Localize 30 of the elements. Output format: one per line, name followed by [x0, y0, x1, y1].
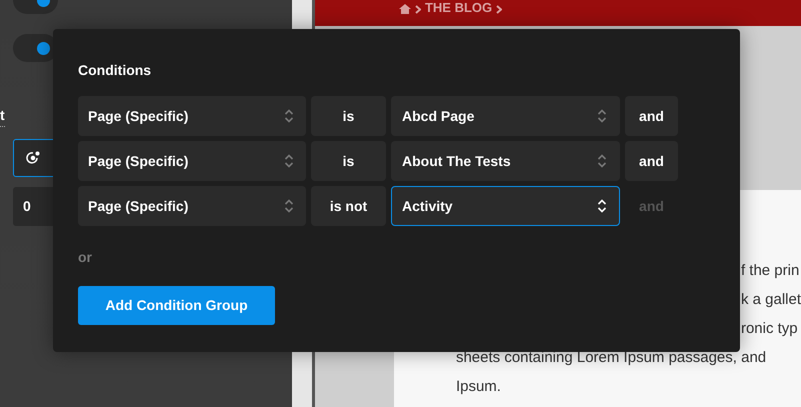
- field-select[interactable]: Page (Specific): [78, 141, 306, 181]
- value-select[interactable]: About The Tests: [391, 141, 620, 181]
- body-text: ronic typ: [740, 319, 799, 339]
- body-text: k a gallet: [740, 290, 801, 310]
- or-label: or: [78, 248, 93, 267]
- operator-select[interactable]: is: [311, 96, 386, 136]
- home-icon: [398, 4, 411, 14]
- dialog-title: Conditions: [78, 61, 152, 80]
- operator-select[interactable]: is not: [311, 186, 386, 226]
- chevron-right-icon: [496, 5, 502, 14]
- value-select[interactable]: Abcd Page: [391, 96, 620, 136]
- and-button[interactable]: and: [625, 141, 678, 181]
- target-icon: [26, 151, 40, 165]
- up-down-chevron-icon: [597, 154, 607, 168]
- up-down-chevron-icon: [284, 109, 294, 123]
- up-down-chevron-icon: [597, 109, 607, 123]
- up-down-chevron-icon: [597, 199, 607, 213]
- breadcrumb-link[interactable]: THE BLOG: [424, 1, 492, 14]
- body-text: Ipsum.: [456, 377, 502, 397]
- chevron-right-icon: [414, 5, 421, 14]
- and-button[interactable]: and: [625, 96, 678, 136]
- up-down-chevron-icon: [284, 199, 294, 213]
- up-down-chevron-icon: [284, 154, 294, 168]
- field-select[interactable]: Page (Specific): [78, 186, 306, 226]
- value-select[interactable]: Activity: [391, 186, 620, 226]
- body-text: sheets containing Lorem Ipsum passages, and: [456, 348, 768, 368]
- field-select[interactable]: Page (Specific): [78, 96, 306, 136]
- field-label: t: [0, 105, 5, 127]
- body-text: f the prin: [740, 261, 800, 281]
- operator-select[interactable]: is: [311, 141, 386, 181]
